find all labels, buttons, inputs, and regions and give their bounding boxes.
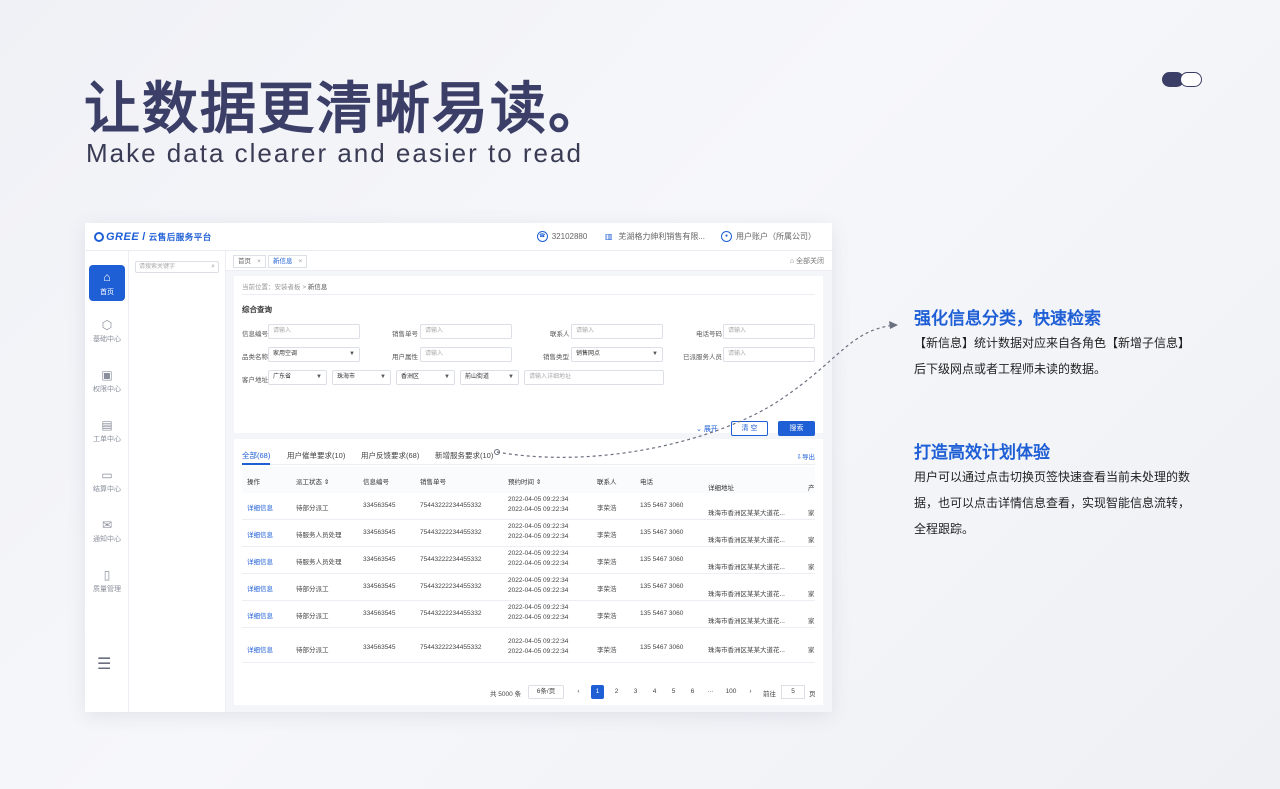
callout-title: 强化信息分类，快速检索	[914, 309, 1101, 328]
callout-connector	[494, 321, 898, 458]
callout-body: 用户可以通过点击切换页签快速查看当前未处理的数据，也可以点击详情信息查看，实现智…	[914, 470, 1191, 536]
callout-body: 【新信息】统计数据对应来自各角色【新增子信息】后下级网点或者工程师未读的数据。	[914, 336, 1191, 376]
arrow-head-icon	[889, 321, 898, 329]
dashed-connector-line	[496, 324, 896, 458]
callout-title: 打造高效计划体验	[914, 443, 1050, 462]
